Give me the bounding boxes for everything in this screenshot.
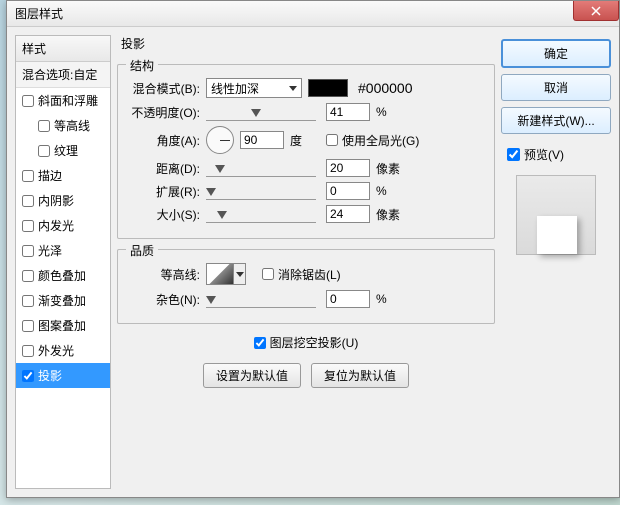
opacity-input[interactable]: 41 (326, 103, 370, 121)
style-checkbox[interactable] (22, 270, 34, 282)
ok-button[interactable]: 确定 (501, 39, 611, 68)
blend-mode-select[interactable]: 线性加深 (206, 78, 302, 98)
noise-label: 杂色(N): (128, 291, 200, 308)
style-checkbox[interactable] (22, 295, 34, 307)
global-light-checkbox[interactable]: 使用全局光(G) (326, 132, 419, 149)
quality-group: 品质 等高线: 消除锯齿(L) 杂色(N): 0 % (117, 249, 495, 324)
distance-slider[interactable] (206, 159, 316, 177)
contour-label: 等高线: (128, 266, 200, 283)
style-checkbox[interactable] (38, 120, 50, 132)
chevron-down-icon (236, 272, 244, 277)
style-label: 斜面和浮雕 (38, 92, 98, 109)
noise-slider[interactable] (206, 290, 316, 308)
style-item-7[interactable]: 颜色叠加 (16, 263, 110, 288)
set-default-button[interactable]: 设置为默认值 (203, 363, 301, 388)
style-checkbox[interactable] (22, 195, 34, 207)
distance-input[interactable]: 20 (326, 159, 370, 177)
right-panel: 确定 取消 新建样式(W)... 预览(V) (501, 35, 611, 489)
style-item-4[interactable]: 内阴影 (16, 188, 110, 213)
style-label: 颜色叠加 (38, 267, 86, 284)
blend-options[interactable]: 混合选项:自定 (16, 62, 110, 88)
blend-mode-label: 混合模式(B): (128, 80, 200, 97)
style-label: 描边 (38, 167, 62, 184)
angle-dial[interactable] (206, 126, 234, 154)
style-checkbox[interactable] (22, 345, 34, 357)
quality-legend: 品质 (126, 242, 158, 259)
style-label: 光泽 (38, 242, 62, 259)
new-style-button[interactable]: 新建样式(W)... (501, 107, 611, 134)
size-input[interactable]: 24 (326, 205, 370, 223)
styles-list: 样式 混合选项:自定 斜面和浮雕等高线纹理描边内阴影内发光光泽颜色叠加渐变叠加图… (15, 35, 111, 489)
antialias-checkbox[interactable]: 消除锯齿(L) (262, 266, 341, 283)
style-checkbox[interactable] (22, 220, 34, 232)
contour-picker[interactable] (206, 263, 234, 285)
titlebar: 图层样式 (7, 1, 619, 27)
panel-title: 投影 (121, 35, 495, 52)
preview-thumbnail (516, 175, 596, 255)
style-label: 等高线 (54, 117, 90, 134)
spread-label: 扩展(R): (128, 183, 200, 200)
style-checkbox[interactable] (22, 370, 34, 382)
noise-input[interactable]: 0 (326, 290, 370, 308)
window-title: 图层样式 (15, 5, 63, 22)
close-icon (591, 6, 601, 16)
style-checkbox[interactable] (22, 170, 34, 182)
center-panel: 投影 结构 混合模式(B): 线性加深 #000000 不透明度(O): 41 (117, 35, 495, 489)
style-label: 纹理 (54, 142, 78, 159)
styles-header: 样式 (16, 36, 110, 62)
style-checkbox[interactable] (38, 145, 50, 157)
style-item-2[interactable]: 纹理 (16, 138, 110, 163)
hex-value: #000000 (358, 80, 413, 96)
style-item-1[interactable]: 等高线 (16, 113, 110, 138)
opacity-slider[interactable] (206, 103, 316, 121)
spread-slider[interactable] (206, 182, 316, 200)
style-item-8[interactable]: 渐变叠加 (16, 288, 110, 313)
style-item-5[interactable]: 内发光 (16, 213, 110, 238)
style-label: 投影 (38, 367, 62, 384)
style-item-9[interactable]: 图案叠加 (16, 313, 110, 338)
contour-dropdown[interactable] (234, 263, 246, 285)
style-item-10[interactable]: 外发光 (16, 338, 110, 363)
style-label: 内阴影 (38, 192, 74, 209)
cancel-button[interactable]: 取消 (501, 74, 611, 101)
structure-group: 结构 混合模式(B): 线性加深 #000000 不透明度(O): 41 % (117, 64, 495, 239)
style-item-3[interactable]: 描边 (16, 163, 110, 188)
spread-input[interactable]: 0 (326, 182, 370, 200)
angle-label: 角度(A): (128, 132, 200, 149)
close-button[interactable] (573, 1, 619, 21)
style-item-0[interactable]: 斜面和浮雕 (16, 88, 110, 113)
style-label: 渐变叠加 (38, 292, 86, 309)
structure-legend: 结构 (126, 57, 158, 74)
style-item-6[interactable]: 光泽 (16, 238, 110, 263)
size-slider[interactable] (206, 205, 316, 223)
style-label: 内发光 (38, 217, 74, 234)
style-checkbox[interactable] (22, 245, 34, 257)
layer-style-dialog: 图层样式 样式 混合选项:自定 斜面和浮雕等高线纹理描边内阴影内发光光泽颜色叠加… (6, 0, 620, 498)
preview-checkbox[interactable]: 预览(V) (507, 146, 611, 163)
chevron-down-icon (289, 86, 297, 91)
style-checkbox[interactable] (22, 95, 34, 107)
style-item-11[interactable]: 投影 (16, 363, 110, 388)
style-checkbox[interactable] (22, 320, 34, 332)
angle-input[interactable]: 90 (240, 131, 284, 149)
distance-label: 距离(D): (128, 160, 200, 177)
knockout-checkbox[interactable]: 图层挖空投影(U) (117, 334, 495, 351)
size-label: 大小(S): (128, 206, 200, 223)
opacity-label: 不透明度(O): (128, 104, 200, 121)
shadow-color-swatch[interactable] (308, 79, 348, 97)
style-label: 图案叠加 (38, 317, 86, 334)
style-label: 外发光 (38, 342, 74, 359)
reset-default-button[interactable]: 复位为默认值 (311, 363, 409, 388)
